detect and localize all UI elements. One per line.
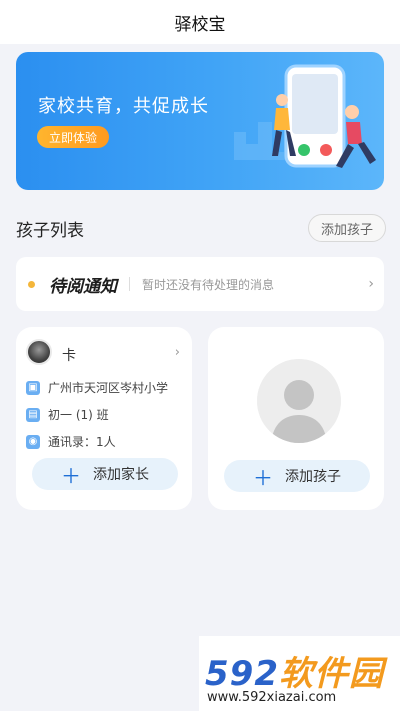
- add-child-card-button[interactable]: ＋ 添加孩子: [224, 460, 370, 492]
- try-now-button[interactable]: 立即体验: [37, 126, 110, 148]
- avatar: [26, 339, 52, 365]
- class-icon: ▤: [26, 407, 40, 422]
- notice-title: 待阅通知: [49, 276, 117, 297]
- school-row: ▣ 广州市天河区岑村小学: [26, 379, 168, 396]
- watermark-brand-number: 592: [205, 654, 279, 694]
- divider: [129, 277, 130, 291]
- watermark-brand: 592软件园: [205, 646, 384, 695]
- class-name: 初一 (1) 班: [48, 408, 109, 422]
- plus-icon: ＋: [61, 465, 81, 488]
- add-parent-label: 添加家长: [93, 466, 149, 482]
- watermark-url: www.592xiazai.com: [207, 690, 337, 705]
- watermark-brand-text: 软件园: [278, 654, 384, 694]
- notice-message: 暂时还没有待处理的消息: [142, 277, 275, 292]
- add-parent-button[interactable]: ＋ 添加家长: [32, 458, 178, 490]
- school-name: 广州市天河区岑村小学: [48, 381, 169, 395]
- children-list-title: 孩子列表: [16, 221, 84, 241]
- top-bar: 驿校宝: [0, 0, 400, 44]
- add-child-card[interactable]: ＋ 添加孩子: [208, 327, 384, 510]
- class-row: ▤ 初一 (1) 班: [26, 406, 109, 423]
- add-child-button[interactable]: 添加孩子: [308, 214, 386, 242]
- contacts-icon: ◉: [26, 434, 40, 449]
- chevron-right-icon[interactable]: ›: [175, 345, 180, 360]
- app-title: 驿校宝: [174, 14, 226, 35]
- child-name: 卡: [62, 348, 76, 364]
- chevron-right-icon: ›: [368, 276, 374, 292]
- banner-headline: 家校共育，共促成长: [38, 96, 209, 117]
- pending-notice-row[interactable]: 待阅通知 暂时还没有待处理的消息 ›: [16, 257, 384, 311]
- add-child-card-label: 添加孩子: [285, 468, 341, 484]
- notice-dot-icon: [28, 280, 35, 288]
- plus-icon: ＋: [253, 467, 273, 490]
- school-icon: ▣: [26, 380, 40, 395]
- contacts-row: ◉ 通讯录：1人: [26, 433, 116, 450]
- promo-banner[interactable]: 家校共育，共促成长 立即体验: [16, 52, 384, 190]
- contacts-count: 通讯录：1人: [48, 435, 116, 449]
- default-avatar-icon: [257, 359, 341, 443]
- banner-illustration: [234, 64, 376, 168]
- site-watermark: 592软件园 www.592xiazai.com: [199, 636, 400, 711]
- child-card[interactable]: 卡 › ▣ 广州市天河区岑村小学 ▤ 初一 (1) 班 ◉ 通讯录：1人 ＋ 添…: [16, 327, 192, 510]
